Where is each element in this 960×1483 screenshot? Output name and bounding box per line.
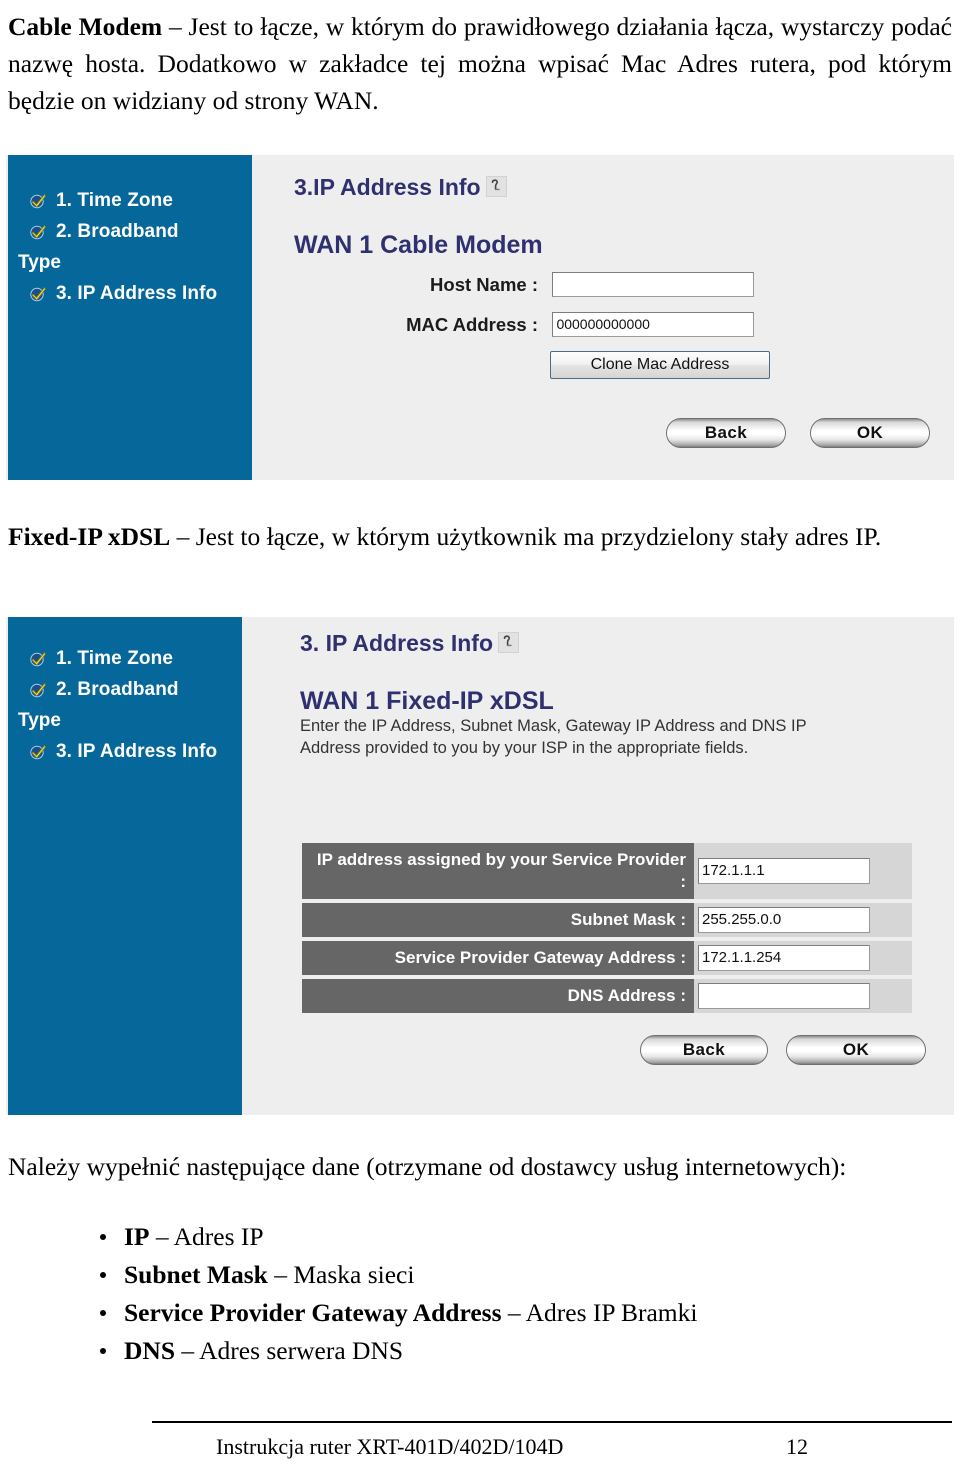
wizard-content: 3.IP Address Info WAN 1 Cable Modem Host… — [252, 155, 954, 480]
bullet-term: Service Provider Gateway Address — [124, 1298, 502, 1327]
fixed-ip-paragraph: Fixed-IP xDSL – Jest to łącze, w którym … — [8, 518, 952, 555]
page-number: 12 — [786, 1434, 808, 1459]
dns-address-cell — [694, 979, 912, 1013]
document-page: Cable Modem – Jest to łącze, w którym do… — [0, 0, 960, 1483]
wizard-sidebar: 1. Time Zone 2. Broadband Type 3. IP Add… — [8, 155, 252, 480]
wan-title: WAN 1 Cable Modem — [294, 231, 543, 259]
list-item: Service Provider Gateway Address – Adres… — [8, 1294, 952, 1332]
ip-settings-table: IP address assigned by your Service Prov… — [302, 843, 912, 1017]
sidebar-item-label: 1. Time Zone — [56, 190, 173, 211]
mac-address-input[interactable]: 000000000000 — [552, 312, 755, 337]
bullet-term: Subnet Mask — [124, 1260, 268, 1289]
check-icon — [30, 651, 47, 667]
check-icon — [30, 682, 47, 698]
fixed-ip-text: Jest to łącze, w którym użytkownik ma pr… — [195, 522, 882, 551]
help-icon[interactable] — [485, 176, 507, 198]
ok-button[interactable]: OK — [786, 1035, 926, 1065]
sidebar-item-ip-address-info[interactable]: 3. IP Address Info — [8, 278, 252, 309]
section-title: 3. IP Address Info — [300, 630, 519, 657]
sidebar-item-label: 2. Broadband — [56, 679, 179, 700]
list-item: IP – Adres IP — [8, 1218, 952, 1256]
bullet-term: IP — [124, 1222, 150, 1251]
section-title: 3.IP Address Info — [294, 174, 507, 201]
sidebar-item-label: 3. IP Address Info — [56, 741, 218, 762]
table-row: IP address assigned by your Service Prov… — [302, 843, 912, 899]
ip-address-label: IP address assigned by your Service Prov… — [302, 843, 694, 899]
sidebar-item-time-zone[interactable]: 1. Time Zone — [8, 185, 252, 216]
table-row: Service Provider Gateway Address : 172.1… — [302, 941, 912, 975]
help-icon[interactable] — [498, 632, 519, 654]
wan-title: WAN 1 Fixed-IP xDSL — [300, 687, 554, 715]
sidebar-item-ip-address-info[interactable]: 3. IP Address Info — [8, 736, 242, 767]
subnet-mask-input[interactable]: 255.255.0.0 — [698, 907, 870, 933]
sidebar-item-label: 1. Time Zone — [56, 648, 173, 669]
subnet-mask-label: Subnet Mask : — [302, 903, 694, 937]
field-row-host-name: Host Name : — [252, 272, 755, 297]
check-icon — [30, 286, 47, 302]
ip-address-input[interactable]: 172.1.1.1 — [698, 858, 870, 884]
bullet-icon — [100, 1272, 106, 1278]
screenshot-cable-modem: 1. Time Zone 2. Broadband Type 3. IP Add… — [6, 155, 954, 480]
bullet-dash: – — [501, 1298, 526, 1327]
dns-address-input[interactable] — [698, 983, 870, 1009]
mac-address-label: MAC Address : — [406, 313, 538, 335]
back-button[interactable]: Back — [666, 418, 786, 448]
intro-dash: – — [162, 12, 189, 41]
sidebar-item-broadband-type[interactable]: 2. Broadband — [8, 674, 242, 705]
list-item: DNS – Adres serwera DNS — [8, 1332, 952, 1370]
bullet-icon — [100, 1234, 106, 1240]
sidebar-item-time-zone[interactable]: 1. Time Zone — [8, 643, 242, 674]
sidebar-item-label: 2. Broadband — [56, 221, 179, 242]
intro-paragraph: Cable Modem – Jest to łącze, w którym do… — [8, 8, 952, 119]
fixed-ip-dash: – — [170, 522, 196, 551]
gateway-address-label: Service Provider Gateway Address : — [302, 941, 694, 975]
host-name-label: Host Name : — [430, 273, 538, 295]
sidebar-item-label: 3. IP Address Info — [56, 283, 218, 304]
wan-description: Enter the IP Address, Subnet Mask, Gatew… — [300, 717, 807, 757]
ip-address-cell: 172.1.1.1 — [694, 843, 912, 899]
bullet-icon — [100, 1348, 106, 1354]
wizard-sidebar: 1. Time Zone 2. Broadband Type 3. IP Add… — [8, 617, 242, 1115]
subnet-mask-cell: 255.255.0.0 — [694, 903, 912, 937]
bullet-text: Adres IP Bramki — [525, 1298, 698, 1327]
sidebar-item-broadband-type-continuation: Type — [18, 252, 61, 273]
bullet-dash: – — [149, 1222, 174, 1251]
back-button[interactable]: Back — [640, 1035, 768, 1065]
bullet-text: Adres serwera DNS — [199, 1336, 404, 1365]
bullet-dash: – — [175, 1336, 200, 1365]
bullet-dash: – — [267, 1260, 294, 1289]
sidebar-item-broadband-type-continuation: Type — [18, 710, 61, 731]
host-name-input[interactable] — [552, 272, 755, 297]
list-item: Subnet Mask – Maska sieci — [8, 1256, 952, 1294]
check-icon — [30, 224, 47, 240]
bullet-term: DNS — [124, 1336, 176, 1365]
footer-divider — [152, 1421, 952, 1423]
gateway-address-cell: 172.1.1.254 — [694, 941, 912, 975]
intro-term: Cable Modem — [8, 12, 163, 41]
ok-button[interactable]: OK — [810, 418, 930, 448]
sidebar-item-broadband-type[interactable]: 2. Broadband — [8, 216, 252, 247]
check-icon — [30, 744, 47, 760]
footer-title: Instrukcja ruter XRT-401D/402D/104D — [216, 1434, 564, 1459]
clone-mac-address-button[interactable]: Clone Mac Address — [550, 351, 770, 379]
check-icon — [30, 193, 47, 209]
gateway-address-input[interactable]: 172.1.1.254 — [698, 945, 870, 971]
dns-address-label: DNS Address : — [302, 979, 694, 1013]
bullet-icon — [100, 1310, 106, 1316]
fixed-ip-term: Fixed-IP xDSL — [8, 522, 171, 551]
fill-data-paragraph: Należy wypełnić następujące dane (otrzym… — [8, 1152, 847, 1181]
table-row: Subnet Mask : 255.255.0.0 — [302, 903, 912, 937]
bullet-text: Maska sieci — [293, 1260, 415, 1289]
data-fields-list: IP – Adres IP Subnet Mask – Maska sieci … — [8, 1218, 952, 1370]
field-row-mac-address: MAC Address : 000000000000 — [252, 312, 755, 337]
table-row: DNS Address : — [302, 979, 912, 1013]
bullet-text: Adres IP — [173, 1222, 264, 1251]
